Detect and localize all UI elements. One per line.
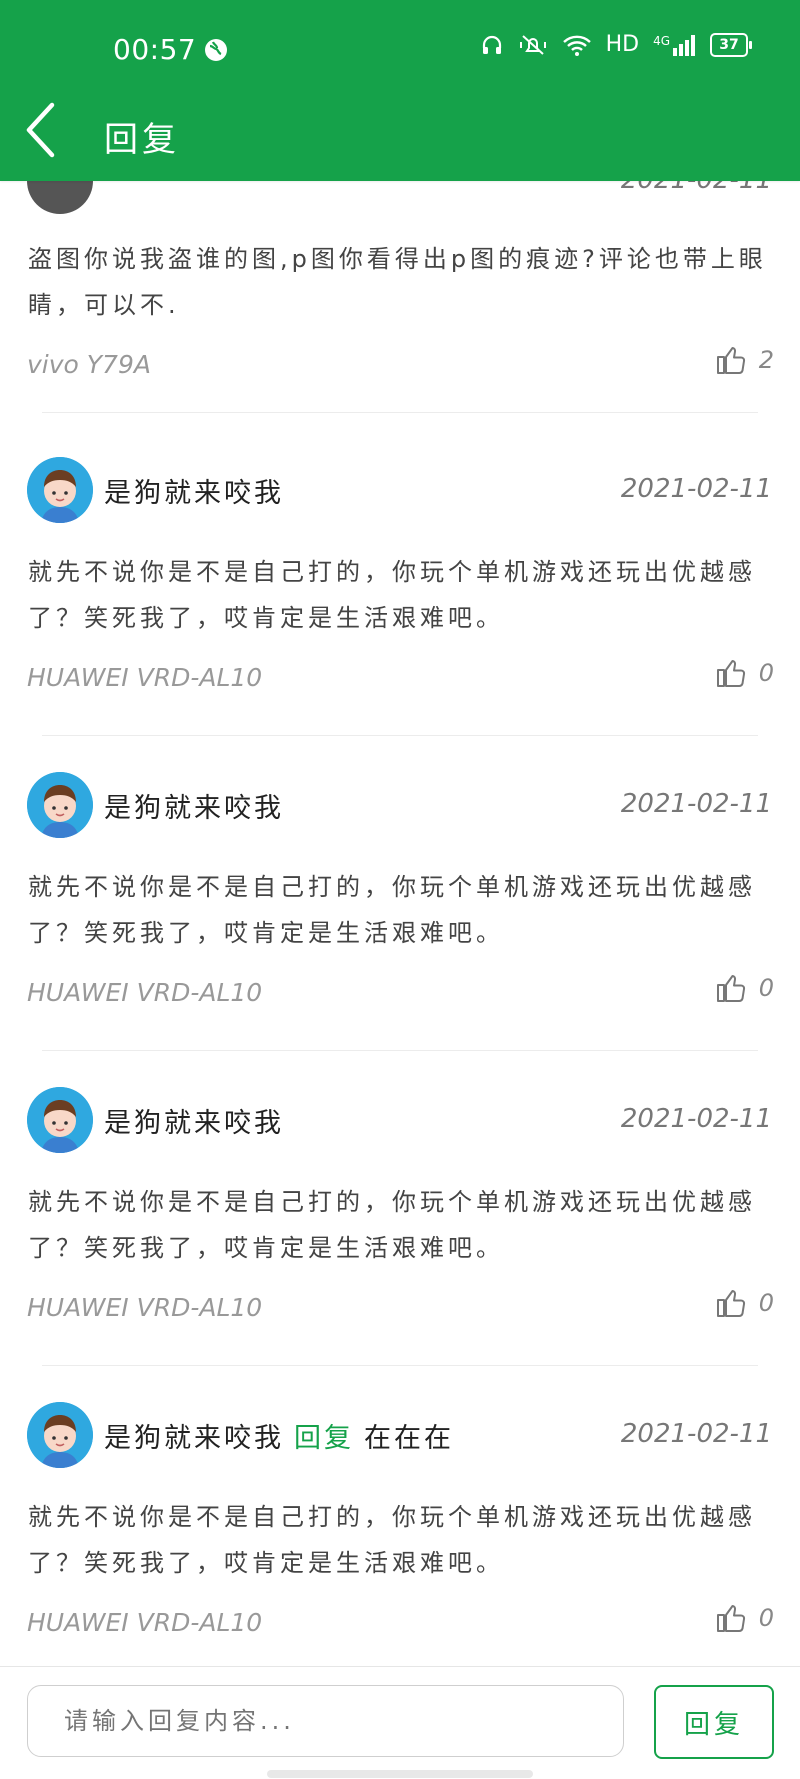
comment-header: 是狗就来咬我 xyxy=(104,786,284,825)
like-count: 0 xyxy=(758,1604,774,1632)
status-time: 00:57 xyxy=(113,33,197,66)
app-bar: 00:57 HD 4G 37 回复 xyxy=(0,0,800,181)
battery-indicator: 37 xyxy=(710,32,752,57)
like-count: 0 xyxy=(758,1289,774,1317)
thumbs-up-icon xyxy=(716,975,745,1002)
avatar[interactable] xyxy=(27,772,93,838)
toolbar: 回复 xyxy=(0,100,800,181)
divider xyxy=(42,1365,758,1366)
username[interactable]: 是狗就来咬我 xyxy=(104,478,284,509)
comment-date: 2021-02-11 xyxy=(620,1104,772,1134)
reply-input[interactable] xyxy=(27,1685,624,1757)
username[interactable]: 是狗就来咬我 xyxy=(104,1423,284,1454)
like-button[interactable]: 0 xyxy=(715,1602,774,1634)
comment-header: 是狗就来咬我 xyxy=(104,471,284,510)
comment-text: 就先不说你是不是自己打的，你玩个单机游戏还玩出优越感了？笑死我了，哎肯定是生活艰… xyxy=(28,873,756,947)
comment-text: 就先不说你是不是自己打的，你玩个单机游戏还玩出优越感了？笑死我了，哎肯定是生活艰… xyxy=(28,1503,756,1577)
back-button[interactable] xyxy=(22,100,82,170)
thumbs-up-icon xyxy=(716,347,745,374)
thumbs-up-icon xyxy=(716,660,745,687)
avatar[interactable] xyxy=(27,1402,93,1468)
divider xyxy=(42,412,758,413)
username[interactable]: 是狗就来咬我 xyxy=(104,1108,284,1139)
like-button[interactable]: 0 xyxy=(715,972,774,1004)
username[interactable]: 是狗就来咬我 xyxy=(104,793,284,824)
network-label: HD xyxy=(605,32,640,57)
cell-signal-icon: 4G xyxy=(653,34,696,56)
avatar[interactable] xyxy=(27,457,93,523)
comment-item: 2021-02-11 盗图你说我盗谁的图,p图你看得出p图的痕迹?评论也带上眼睛… xyxy=(0,148,800,462)
vpn-indicator-icon xyxy=(205,39,227,61)
like-count: 2 xyxy=(758,346,774,374)
comment-item: 是狗就来咬我 2021-02-11 就先不说你是不是自己打的，你玩个单机游戏还玩… xyxy=(0,457,800,771)
signal-label: 4G xyxy=(653,33,670,48)
comment-date: 2021-02-11 xyxy=(620,474,772,504)
avatar[interactable] xyxy=(27,1087,93,1153)
page-title: 回复 xyxy=(104,120,180,160)
device-label: HUAWEI VRD-AL10 xyxy=(27,1608,263,1637)
thumbs-up-icon xyxy=(716,1605,745,1632)
reply-bar: 回复 xyxy=(0,1666,800,1779)
comment-text: 就先不说你是不是自己打的，你玩个单机游戏还玩出优越感了？笑死我了，哎肯定是生活艰… xyxy=(28,1188,756,1262)
like-count: 0 xyxy=(758,659,774,687)
mute-icon xyxy=(519,34,546,55)
reply-button[interactable]: 回复 xyxy=(654,1685,774,1759)
comment-item: 是狗就来咬我 2021-02-11 就先不说你是不是自己打的，你玩个单机游戏还玩… xyxy=(0,772,800,1086)
chevron-left-icon xyxy=(26,102,55,158)
device-label: vivo Y79A xyxy=(27,350,151,379)
wifi-icon xyxy=(562,35,591,56)
like-button[interactable]: 2 xyxy=(715,344,774,376)
device-label: HUAWEI VRD-AL10 xyxy=(27,1293,263,1322)
divider xyxy=(42,1050,758,1051)
comment-date: 2021-02-11 xyxy=(620,1419,772,1449)
headphones-icon xyxy=(482,35,501,54)
like-count: 0 xyxy=(758,974,774,1002)
comment-header: 是狗就来咬我 回复 在在在 xyxy=(104,1416,454,1455)
comment-text: 就先不说你是不是自己打的，你玩个单机游戏还玩出优越感了？笑死我了，哎肯定是生活艰… xyxy=(28,558,756,632)
status-icons: HD 4G 37 xyxy=(480,32,752,57)
divider xyxy=(42,735,758,736)
comment-date: 2021-02-11 xyxy=(620,789,772,819)
thumbs-up-icon xyxy=(716,1290,745,1317)
home-indicator[interactable] xyxy=(267,1770,533,1778)
device-label: HUAWEI VRD-AL10 xyxy=(27,978,263,1007)
reply-word: 回复 xyxy=(294,1423,354,1454)
comment-header: 是狗就来咬我 xyxy=(104,1101,284,1140)
device-label: HUAWEI VRD-AL10 xyxy=(27,663,263,692)
like-button[interactable]: 0 xyxy=(715,657,774,689)
comment-item: 是狗就来咬我 2021-02-11 就先不说你是不是自己打的，你玩个单机游戏还玩… xyxy=(0,1087,800,1401)
status-bar: 00:57 HD 4G 37 xyxy=(0,0,800,100)
comment-text: 盗图你说我盗谁的图,p图你看得出p图的痕迹?评论也带上眼睛，可以不. xyxy=(28,245,767,319)
like-button[interactable]: 0 xyxy=(715,1287,774,1319)
reply-to-username[interactable]: 在在在 xyxy=(364,1423,454,1454)
